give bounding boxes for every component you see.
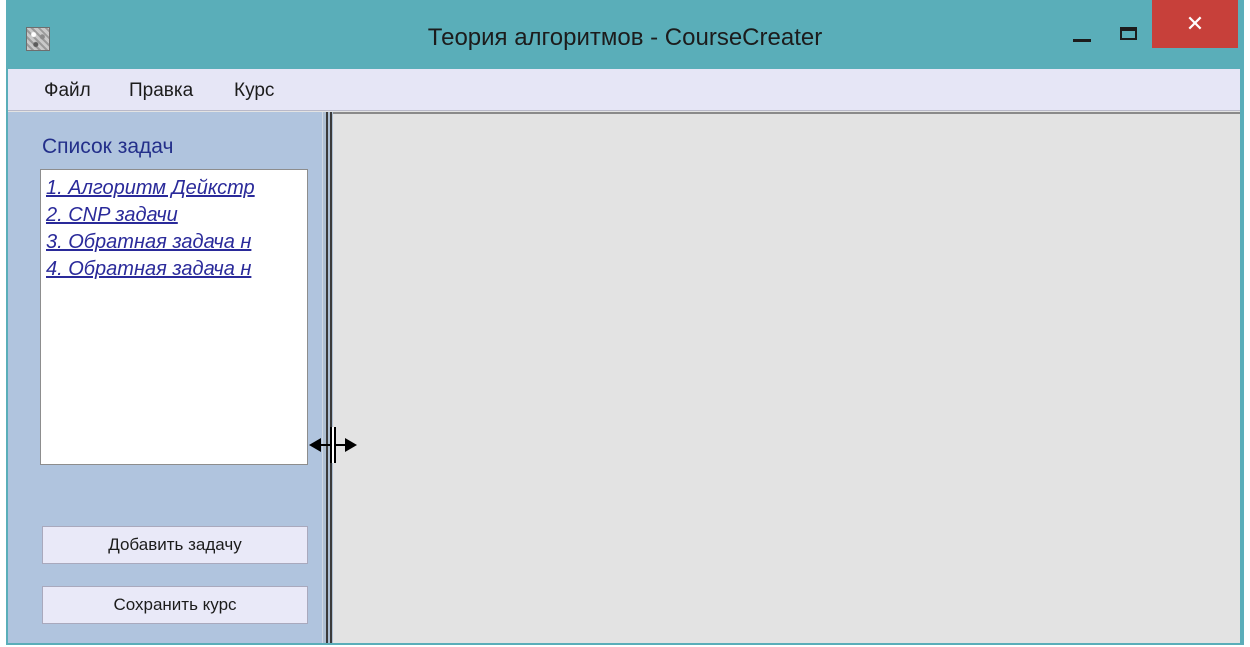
main-content-area[interactable] <box>333 112 1240 643</box>
task-list-title: Список задач <box>42 135 174 158</box>
task-list-item[interactable]: 1. Алгоритм Дейкстр <box>46 177 255 200</box>
minimize-button[interactable] <box>1064 10 1100 50</box>
save-course-button[interactable]: Сохранить курс <box>42 586 308 624</box>
maximize-button[interactable] <box>1110 10 1150 50</box>
task-list-item[interactable]: 4. Обратная задача н <box>46 258 251 281</box>
close-button[interactable]: ✕ <box>1152 0 1238 48</box>
title-bar[interactable]: Теория алгоритмов - CourseCreater ✕ <box>6 0 1244 69</box>
resize-horizontal-cursor-icon <box>309 427 357 463</box>
splitter-grip-line <box>330 112 332 643</box>
close-icon: ✕ <box>1185 11 1205 36</box>
menu-file[interactable]: Файл <box>44 80 91 102</box>
menu-edit[interactable]: Правка <box>129 80 193 102</box>
window-title: Теория алгоритмов - CourseCreater <box>427 24 823 51</box>
window-client-area: Файл Правка Курс Список задач 1. Алгорит… <box>8 69 1240 643</box>
menu-bar: Файл Правка Курс <box>8 69 1240 111</box>
task-list[interactable]: 1. Алгоритм Дейкстр 2. CNP задачи 3. Обр… <box>40 169 308 465</box>
add-task-button[interactable]: Добавить задачу <box>42 526 308 564</box>
panel-splitter[interactable] <box>322 112 333 643</box>
task-panel: Список задач 1. Алгоритм Дейкстр 2. CNP … <box>8 112 322 643</box>
menu-course[interactable]: Курс <box>234 80 274 102</box>
splitter-grip-line <box>326 112 328 643</box>
task-list-item[interactable]: 3. Обратная задача н <box>46 231 251 254</box>
task-list-item[interactable]: 2. CNP задачи <box>46 204 178 227</box>
app-window: Теория алгоритмов - CourseCreater ✕ Файл… <box>6 0 1244 645</box>
